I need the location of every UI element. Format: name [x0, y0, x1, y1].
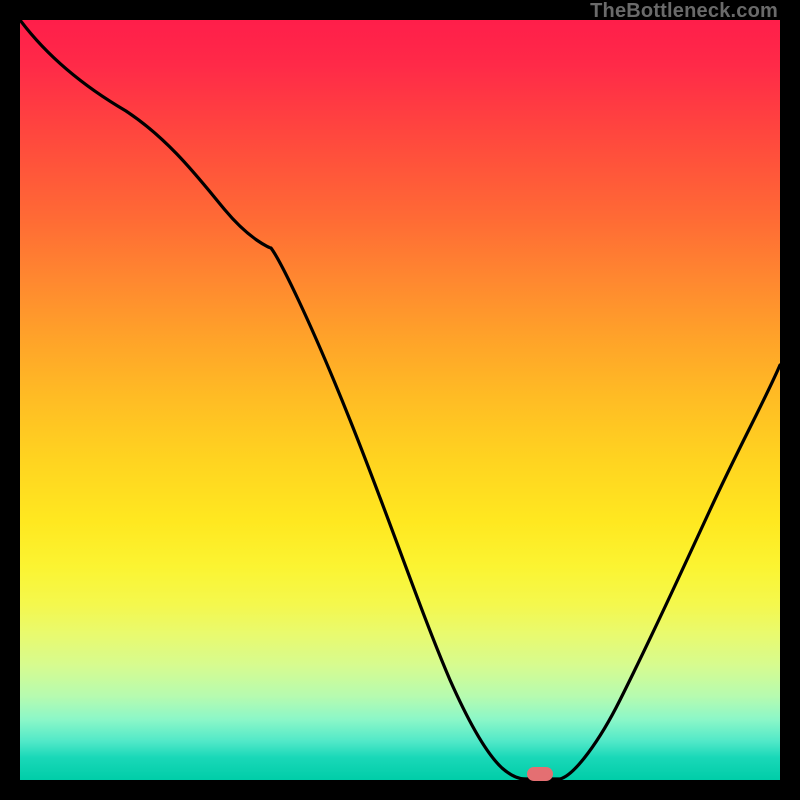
optimal-marker: [527, 767, 553, 781]
plot-area: [20, 20, 780, 780]
chart-container: TheBottleneck.com: [0, 0, 800, 800]
bottleneck-curve: [20, 20, 780, 780]
watermark-text: TheBottleneck.com: [590, 0, 778, 23]
